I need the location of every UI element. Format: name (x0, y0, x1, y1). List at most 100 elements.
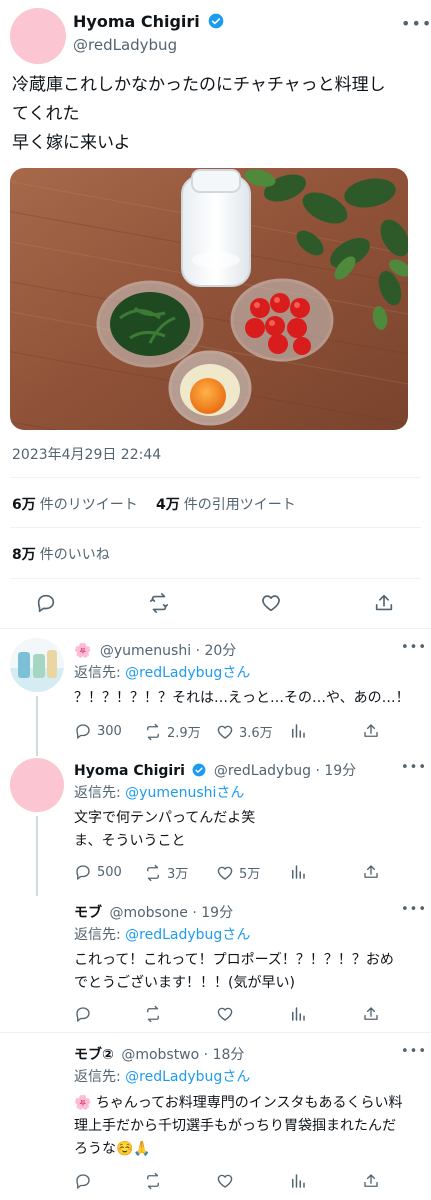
more-options-icon[interactable]: ••• (401, 14, 431, 33)
retweet-icon (147, 864, 159, 881)
retweet-count: 2.9万 (167, 726, 201, 741)
tweet-text-line: 冷蔵庫これしかなかったのにチャチャっと料理し (12, 75, 386, 95)
reply-to-label: 返信先: (74, 665, 121, 681)
like-icon (217, 1174, 233, 1188)
reply-header[interactable]: 🌸 @yumenushi · 20分 (74, 640, 236, 660)
reply-to-handle[interactable]: @yumenushiさん (125, 785, 244, 801)
reply-action[interactable] (74, 1005, 92, 1023)
author-handle[interactable]: @redLadybug (73, 36, 177, 54)
reply-to: 返信先: @redLadybugさん (74, 1066, 250, 1086)
reply-display-name: モブ (74, 905, 102, 921)
share-action[interactable] (362, 1172, 380, 1190)
reply-header[interactable]: モブ @mobsone · 19分 (74, 902, 233, 922)
reply-action[interactable] (74, 1172, 92, 1190)
reply-text-line: これって！これって！プロポーズ！？！？！？おめ (74, 952, 394, 968)
share-action[interactable] (362, 1005, 380, 1023)
reply-text-line: 理上手だから千切選手もがっちり胃袋掴まれたんだ (74, 1118, 396, 1134)
tweet-timestamp[interactable]: 2023年4月29日 22:44 (12, 444, 161, 464)
reply-icon (76, 1174, 90, 1190)
like-count: 5万 (239, 867, 261, 882)
share-icon (364, 1007, 378, 1020)
reply-header[interactable]: Hyoma Chigiri @redLadybug · 19分 (74, 760, 356, 780)
reply-handle: @yumenushi (99, 643, 192, 659)
reply-actions (74, 1172, 414, 1192)
reply-text: ？！？！？！？それは…えっと…その…や、あの…！ (74, 690, 410, 706)
like-action[interactable]: 3.6万 (216, 722, 273, 741)
like-action[interactable] (216, 1005, 234, 1023)
analytics-icon (292, 865, 305, 879)
more-options-icon[interactable]: ••• (401, 640, 427, 655)
reply-to: 返信先: @redLadybugさん (74, 924, 250, 944)
reply-actions (74, 1005, 414, 1025)
reply-handle: @redLadybug (213, 763, 311, 779)
retweets-label: 件のリツイート (39, 497, 138, 513)
reply-text-line: でとうございます！！！(気が早い) (74, 975, 295, 991)
retweet-icon (147, 1172, 159, 1190)
author-name-row[interactable]: Hyoma Chigiri (73, 12, 224, 31)
quotes-stat[interactable]: 4万 件の引用ツイート (156, 494, 296, 514)
tweet-text-line: 早く嫁に来いよ (12, 133, 131, 153)
divider (0, 1032, 431, 1033)
reply-handle: @mobsone (109, 905, 188, 921)
analytics-icon (292, 1007, 305, 1021)
reply-time: 19分 (324, 763, 357, 779)
like-icon (217, 866, 233, 880)
reply-header[interactable]: モブ② @mobstwo · 18分 (74, 1044, 244, 1064)
reply-avatar[interactable] (10, 638, 64, 692)
thread-line (36, 816, 38, 896)
reply-avatar[interactable] (10, 758, 64, 812)
reply-text-line: 🌸 ちゃんってお料理専門のインスタもあるくらい料 (74, 1095, 403, 1111)
food-photo-illustration (10, 168, 408, 430)
reply-text: これって！これって！プロポーズ！？！？！？おめ でとうございます！！！(気が早い… (74, 949, 424, 995)
analytics-action[interactable] (289, 722, 307, 740)
more-options-icon[interactable]: ••• (401, 902, 427, 917)
like-action[interactable]: 5万 (216, 863, 260, 882)
like-icon[interactable] (260, 592, 282, 614)
reply-icon[interactable] (35, 592, 57, 614)
reply-to-handle[interactable]: @redLadybugさん (125, 927, 250, 943)
divider (10, 477, 421, 478)
retweet-action[interactable]: 2.9万 (144, 722, 201, 741)
author-avatar[interactable] (10, 8, 66, 64)
reply-time: 20分 (204, 643, 237, 659)
reply-text-line: ま、そういうこと (74, 833, 186, 849)
retweet-action[interactable] (144, 1172, 162, 1190)
like-icon (217, 1007, 233, 1021)
retweet-icon (147, 1005, 159, 1023)
share-icon (364, 724, 378, 737)
reply-text: 文字で何テンパってんだよ笑 ま、そういうこと (74, 807, 424, 853)
reply-actions: 300 2.9万 3.6万 (74, 722, 414, 742)
likes-stat[interactable]: 8万 件のいいね (12, 544, 110, 564)
more-options-icon[interactable]: ••• (401, 1044, 427, 1059)
analytics-action[interactable] (289, 1172, 307, 1190)
share-action[interactable] (362, 722, 380, 740)
likes-label: 件のいいね (39, 547, 110, 563)
verified-badge-icon (192, 763, 206, 777)
reply-to-handle[interactable]: @redLadybugさん (125, 665, 250, 681)
quotes-count: 4万 (156, 497, 180, 513)
quotes-label: 件の引用ツイート (183, 497, 296, 513)
tweet-photo[interactable] (10, 168, 408, 430)
share-icon[interactable] (373, 592, 395, 614)
reply-to-handle[interactable]: @redLadybugさん (125, 1069, 250, 1085)
analytics-icon (292, 724, 305, 738)
reply-count: 500 (97, 864, 122, 880)
share-icon (364, 1174, 378, 1187)
analytics-action[interactable] (289, 863, 307, 881)
retweet-icon (147, 723, 159, 740)
more-options-icon[interactable]: ••• (401, 760, 427, 775)
analytics-icon (292, 1174, 305, 1188)
analytics-action[interactable] (289, 1005, 307, 1023)
retweet-icon[interactable] (148, 592, 170, 614)
reply-display-name: 🌸 (74, 643, 92, 659)
share-action[interactable] (362, 863, 380, 881)
reply-actions: 500 3万 5万 (74, 863, 414, 883)
reply-action[interactable]: 500 (74, 863, 122, 881)
retweets-stat[interactable]: 6万 件のリツイート (12, 494, 138, 514)
reply-action[interactable]: 300 (74, 722, 122, 740)
reply-to: 返信先: @yumenushiさん (74, 782, 244, 802)
retweet-action[interactable] (144, 1005, 162, 1023)
like-action[interactable] (216, 1172, 234, 1190)
verified-badge-icon (208, 13, 224, 29)
retweet-action[interactable]: 3万 (144, 863, 188, 882)
